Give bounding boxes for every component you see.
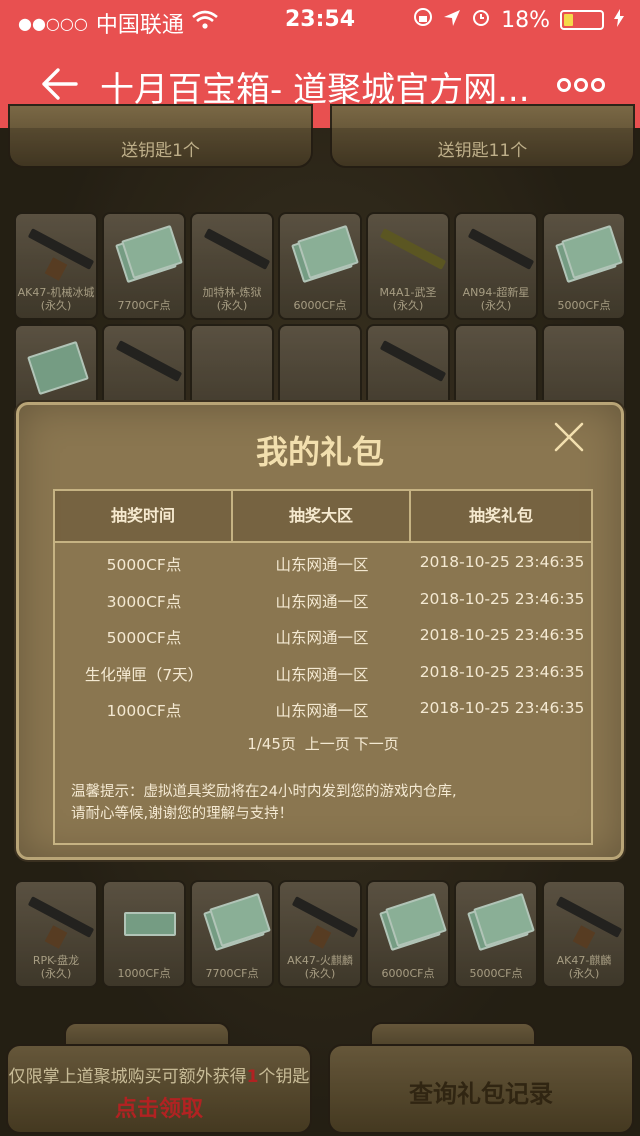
cell: 山东网通一区: [275, 629, 369, 647]
alarm-icon: [471, 7, 491, 33]
column-header-gift: 抽奖礼包: [468, 506, 533, 525]
location-icon: [443, 8, 461, 33]
cell: 2018-10-25 23:46:35: [419, 699, 585, 717]
status-right: 18%: [413, 7, 624, 33]
cell: 5000CF点: [106, 629, 182, 647]
cell: 2018-10-25 23:46:35: [419, 662, 585, 681]
dialog-title: 我的礼包: [255, 433, 384, 471]
battery-percent: 18%: [501, 7, 550, 33]
status-bar: ●●○○○ 中国联通 23:54 18%: [0, 0, 640, 40]
cell: 山东网通一区: [275, 702, 369, 720]
cell: 1000CF点: [106, 702, 182, 720]
column-header-zone: 抽奖大区: [233, 491, 411, 541]
prev-page-link[interactable]: 上一页: [305, 735, 350, 753]
rotation-lock-icon: [413, 7, 433, 33]
page-info: 1/45页: [247, 735, 296, 753]
cell: 生化弹匣（7天）: [84, 665, 204, 684]
notice-text: 温馨提示：虚拟道具奖励将在24小时内发到您的游戏内仓库, 请耐心等候,谢谢您的理…: [71, 781, 575, 825]
table-row: 1000CF点 山东网通一区 2018-10-25 23:46:35: [55, 699, 591, 736]
table-row: 生化弹匣（7天） 山东网通一区 2018-10-25 23:46:35: [55, 663, 591, 700]
battery-icon: [560, 10, 604, 30]
cell: 5000CF点: [106, 556, 182, 574]
cell: 2018-10-25 23:46:35: [419, 589, 585, 608]
table-body: 5000CF点 山东网通一区 2018-10-25 23:46:35 3000CF点…: [55, 553, 591, 736]
table-row: 3000CF点 山东网通一区 2018-10-25 23:46:35: [55, 590, 591, 627]
notice-line: 请耐心等候,谢谢您的理解与支持！: [71, 806, 294, 822]
table-header: 抽奖时间 抽奖大区 抽奖礼包: [55, 491, 591, 543]
cell: 2018-10-25 23:46:35: [419, 626, 585, 644]
cell: 2018-10-25 23:46:35: [419, 553, 585, 571]
notice-line: 温馨提示：虚拟道具奖励将在24小时内发到您的游戏内仓库,: [71, 784, 457, 800]
column-header-time: 抽奖时间: [55, 491, 233, 541]
cell: 山东网通一区: [275, 665, 369, 684]
more-options-icon[interactable]: [556, 70, 606, 100]
my-gift-dialog: 我的礼包 抽奖时间 抽奖大区 抽奖礼包 5000CF点 山东网通一区 2018-10…: [16, 402, 624, 860]
cell: 山东网通一区: [275, 556, 369, 574]
cell: 3000CF点: [106, 592, 182, 611]
pagination: 1/45页 上一页 下一页: [55, 733, 591, 754]
table-row: 5000CF点 山东网通一区 2018-10-25 23:46:35: [55, 626, 591, 663]
close-icon[interactable]: [553, 421, 585, 453]
cell: 山东网通一区: [275, 592, 369, 611]
back-arrow-icon[interactable]: [38, 62, 82, 106]
table-row: 5000CF点 山东网通一区 2018-10-25 23:46:35: [55, 553, 591, 590]
gift-record-table: 抽奖时间 抽奖大区 抽奖礼包 5000CF点 山东网通一区 2018-10-25 2…: [53, 489, 593, 845]
next-page-link[interactable]: 下一页: [354, 735, 399, 753]
charging-icon: [614, 8, 624, 33]
